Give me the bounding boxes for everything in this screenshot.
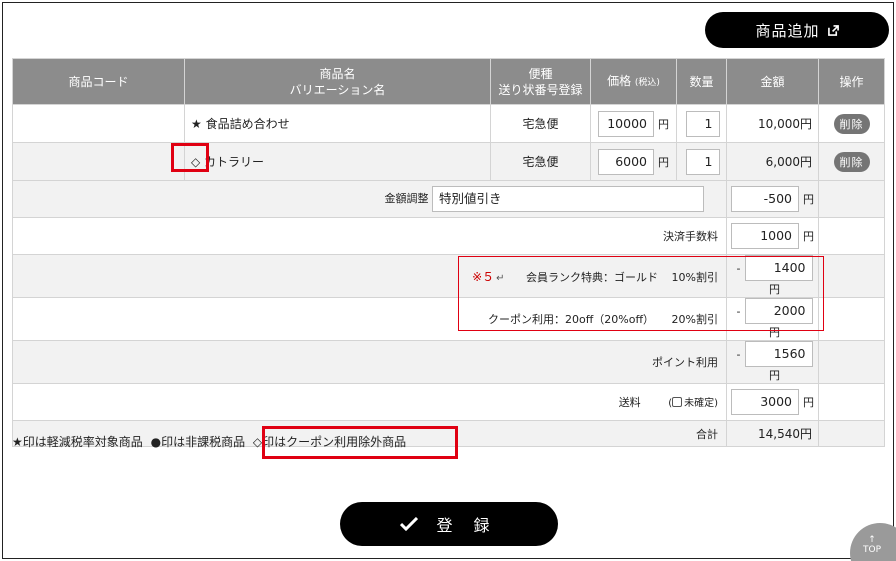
register-label: 登 録: [436, 516, 498, 535]
shipping-type-cell: 宅急便: [490, 142, 591, 181]
arrow-up-icon: ↑: [868, 535, 876, 545]
table-header-row: 商品コード 商品名 バリエーション名 便種 送り状番号登録 価格 (税込) 数量 金…: [12, 58, 885, 105]
adjust-label: 金額調整: [384, 192, 429, 205]
shipping-fee-row: 送料 (未確定) 3000 円: [12, 383, 885, 421]
product-code-cell: [12, 142, 185, 181]
table-row: ★ 食品詰め合わせ 宅急便 10000 円 1 10,000円 削除: [12, 104, 885, 143]
member-discount-row: ※５ ↵ 会員ランク特典：ゴールド 10%割引 -1400円: [12, 254, 885, 298]
adjust-amount-input[interactable]: -500: [731, 186, 799, 212]
coupon-rate: 20%割引: [671, 313, 718, 326]
col-header-action: 操作: [818, 58, 885, 105]
product-name-cell: ★ 食品詰め合わせ: [184, 104, 491, 143]
delete-button[interactable]: 削除: [833, 151, 870, 172]
fee-row: 決済手数料 1000 円: [12, 217, 885, 255]
fee-label: 決済手数料: [12, 217, 727, 255]
member-discount-label: 会員ランク特典：ゴールド: [526, 270, 659, 284]
point-label: ポイント利用: [12, 340, 727, 384]
point-row: ポイント利用 -1560円: [12, 340, 885, 384]
point-amount-input[interactable]: 1560: [744, 341, 813, 367]
member-discount-rate: 10%割引: [671, 270, 718, 284]
yen-unit: 円: [658, 155, 669, 169]
member-discount-input[interactable]: 1400: [744, 255, 813, 281]
fee-amount-input[interactable]: 1000: [731, 223, 799, 249]
price-input[interactable]: 6000: [598, 148, 654, 175]
product-name-cell: ◇ カトラリー: [184, 142, 491, 181]
total-amount: 14,540円: [726, 420, 819, 447]
add-product-button[interactable]: 商品追加: [705, 12, 889, 48]
check-icon: [400, 517, 419, 531]
coupon-row: クーポン利用：20off（20%off） 20%割引 -2000円: [12, 297, 885, 341]
top-label: TOP: [862, 545, 881, 555]
adjust-description-input[interactable]: 特別値引き: [432, 186, 704, 212]
undecided-option[interactable]: (未確定): [668, 397, 718, 409]
table-row: ◇ カトラリー 宅急便 6000 円 1 6,000円 削除: [12, 142, 885, 181]
note-mark: ※５ ↵: [472, 269, 505, 284]
col-header-amount: 金額: [726, 58, 819, 105]
qty-cell: 1: [676, 104, 727, 143]
qty-cell: 1: [676, 142, 727, 181]
coupon-label: クーポン利用：20off（20%off）: [487, 313, 655, 326]
delete-button[interactable]: 削除: [833, 113, 870, 134]
external-link-icon: [827, 24, 839, 36]
adjustment-row: 金額調整 特別値引き -500 円: [12, 180, 885, 218]
shipping-fee-label: 送料: [618, 396, 641, 409]
col-header-qty: 数量: [676, 58, 727, 105]
col-header-shipping: 便種 送り状番号登録: [490, 58, 591, 105]
action-cell: 削除: [818, 104, 885, 143]
legend-non-taxable: ●印は非課税商品: [150, 435, 246, 449]
price-input[interactable]: 10000: [598, 110, 654, 137]
undecided-checkbox[interactable]: [672, 397, 683, 407]
col-header-price: 価格 (税込): [590, 58, 677, 105]
price-cell: 6000 円: [590, 142, 677, 181]
quantity-input[interactable]: 1: [685, 110, 720, 137]
action-cell: 削除: [818, 142, 885, 181]
register-button[interactable]: 登 録: [340, 502, 558, 546]
yen-unit: 円: [658, 117, 669, 131]
coupon-amount-input[interactable]: 2000: [744, 298, 813, 324]
order-items-table: 商品コード 商品名 バリエーション名 便種 送り状番号登録 価格 (税込) 数量 金…: [12, 58, 885, 447]
legend-coupon-excluded: ◇印はクーポン利用除外商品: [252, 435, 407, 449]
amount-cell: 10,000円: [726, 104, 819, 143]
legend: ★印は軽減税率対象商品 ●印は非課税商品 ◇印はクーポン利用除外商品: [12, 433, 410, 450]
add-product-label: 商品追加: [755, 21, 820, 40]
product-code-cell: [12, 104, 185, 143]
col-header-code: 商品コード: [12, 58, 185, 105]
shipping-fee-input[interactable]: 3000: [731, 389, 799, 415]
quantity-input[interactable]: 1: [685, 148, 720, 175]
shipping-type-cell: 宅急便: [490, 104, 591, 143]
col-header-name: 商品名 バリエーション名: [184, 58, 491, 105]
price-cell: 10000 円: [590, 104, 677, 143]
amount-cell: 6,000円: [726, 142, 819, 181]
legend-reduced-tax: ★印は軽減税率対象商品: [12, 435, 143, 449]
